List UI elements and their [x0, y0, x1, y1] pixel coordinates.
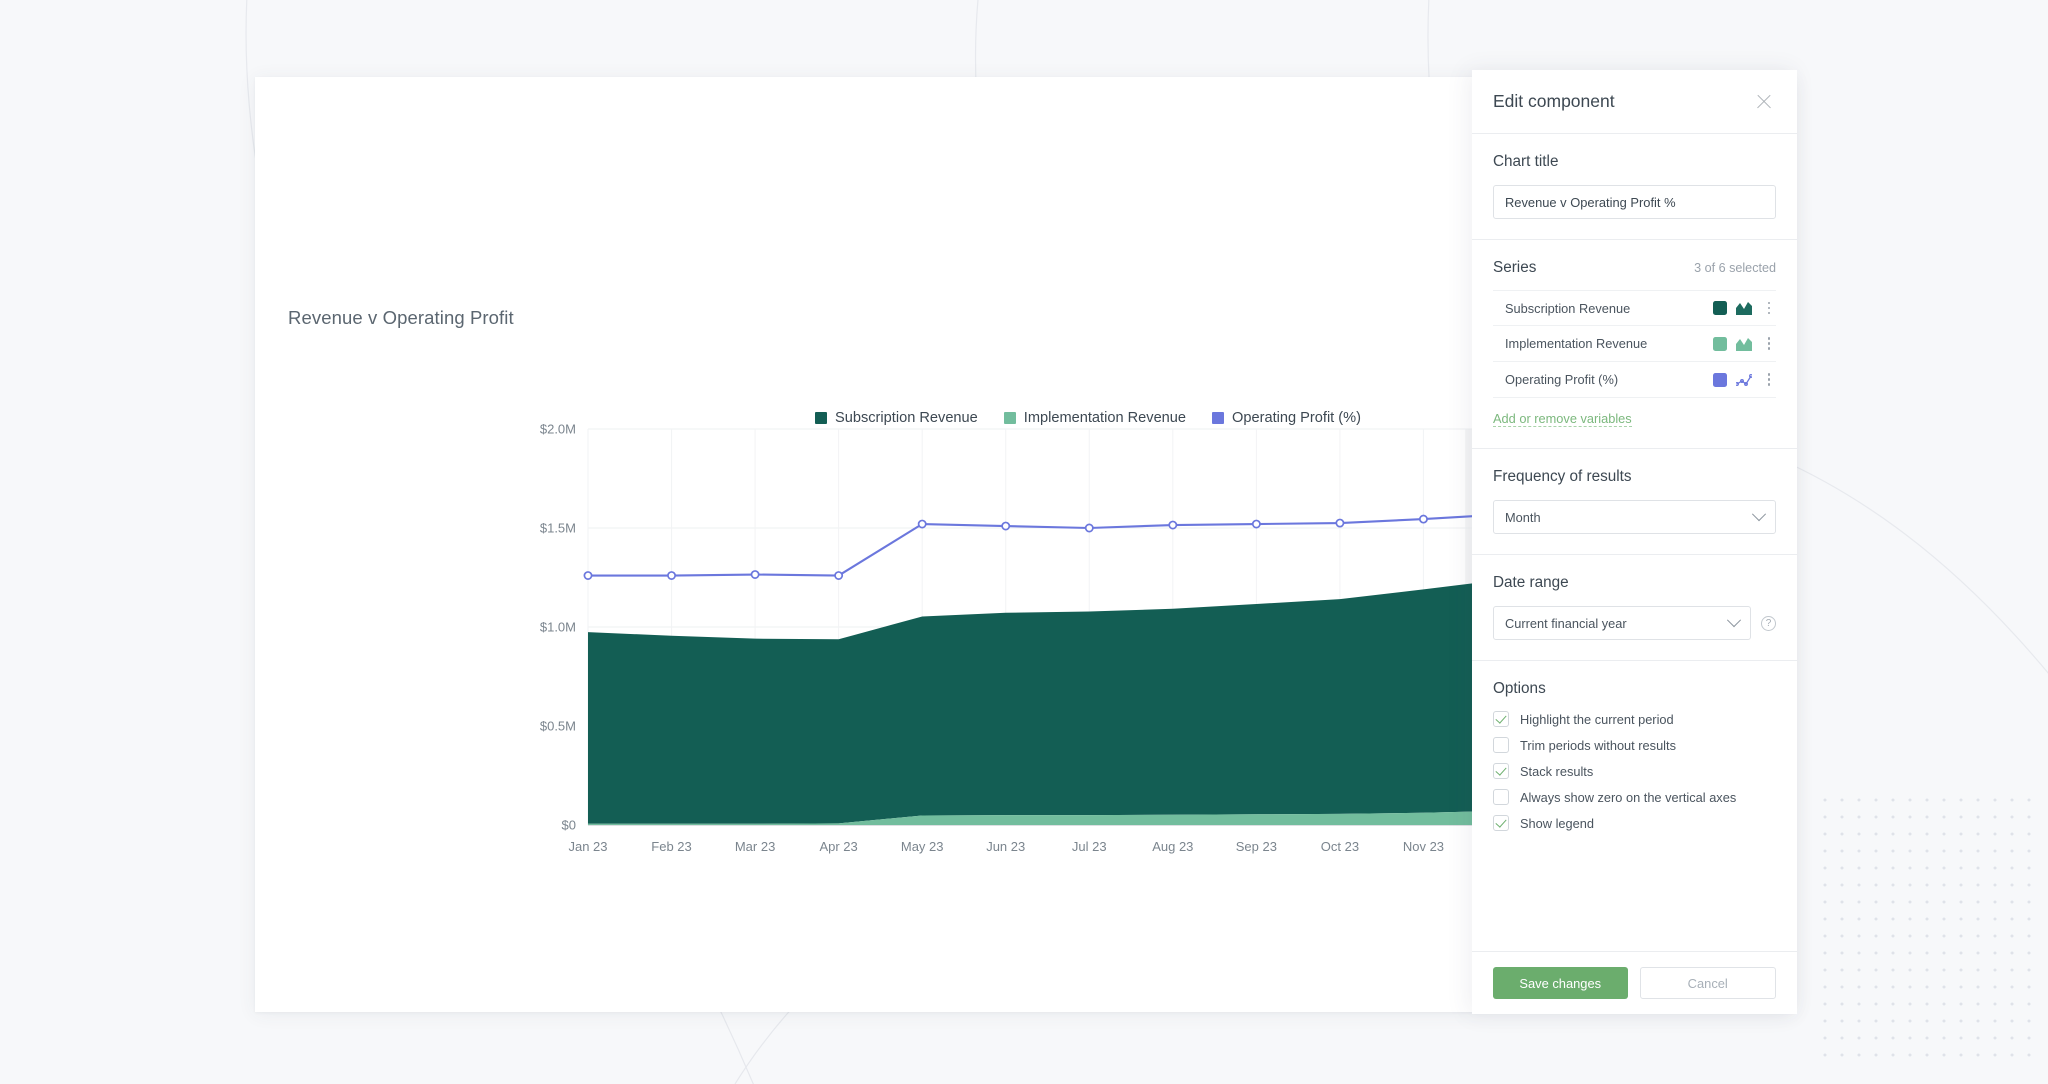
svg-text:Aug 23: Aug 23	[1152, 839, 1193, 854]
option-label: Trim periods without results	[1520, 737, 1676, 753]
save-changes-button[interactable]: Save changes	[1493, 967, 1628, 999]
checkbox[interactable]	[1493, 815, 1509, 831]
series-color-swatch[interactable]	[1713, 372, 1727, 387]
svg-text:Oct 23: Oct 23	[1321, 839, 1359, 854]
option-label: Highlight the current period	[1520, 711, 1674, 727]
line-chart-icon[interactable]	[1736, 373, 1752, 387]
frequency-select[interactable]: Month	[1493, 500, 1776, 534]
help-icon[interactable]: ?	[1761, 615, 1776, 631]
panel-title: Edit component	[1493, 91, 1615, 111]
option-row-always-show-zero[interactable]: Always show zero on the vertical axes	[1493, 789, 1776, 805]
option-row-trim-periods[interactable]: Trim periods without results	[1493, 737, 1776, 753]
series-section: Series 3 of 6 selected Subscription Reve…	[1472, 240, 1797, 449]
series-menu-icon[interactable]	[1762, 337, 1776, 350]
svg-text:Nov 23: Nov 23	[1403, 839, 1444, 854]
date-range-section: Date range Current financial year ?	[1472, 555, 1797, 661]
chevron-down-icon	[1751, 507, 1767, 522]
chart-title-input[interactable]	[1493, 185, 1776, 219]
svg-text:$0: $0	[562, 818, 576, 833]
cancel-button[interactable]: Cancel	[1639, 967, 1776, 999]
svg-text:Mar 23: Mar 23	[735, 839, 775, 854]
edit-component-panel: Edit component Chart title Series 3 of 6…	[1472, 70, 1797, 1014]
area-chart-icon[interactable]	[1736, 301, 1752, 315]
option-label: Show legend	[1520, 815, 1594, 831]
svg-text:$0.5M: $0.5M	[540, 719, 576, 734]
chart-title-label: Chart title	[1493, 153, 1559, 170]
chevron-down-icon	[1726, 613, 1742, 628]
options-list: Highlight the current period Trim period…	[1493, 711, 1776, 831]
series-row[interactable]: Operating Profit (%)	[1493, 362, 1776, 398]
series-row[interactable]: Implementation Revenue	[1493, 326, 1776, 362]
svg-text:Jun 23: Jun 23	[986, 839, 1025, 854]
options-section: Options Highlight the current period Tri…	[1472, 661, 1797, 851]
svg-text:$1.5M: $1.5M	[540, 521, 576, 536]
series-selected-count: 3 of 6 selected	[1694, 261, 1776, 275]
option-row-highlight-current-period[interactable]: Highlight the current period	[1493, 711, 1776, 727]
date-range-value: Current financial year	[1505, 615, 1627, 631]
option-row-show-legend[interactable]: Show legend	[1493, 815, 1776, 831]
series-menu-icon[interactable]	[1762, 301, 1776, 315]
option-row-stack-results[interactable]: Stack results	[1493, 763, 1776, 779]
date-range-select[interactable]: Current financial year	[1493, 606, 1751, 640]
checkbox[interactable]	[1493, 763, 1509, 779]
close-icon[interactable]	[1753, 91, 1775, 113]
series-label: Series	[1493, 259, 1537, 276]
series-row[interactable]: Subscription Revenue	[1493, 290, 1776, 326]
checkbox[interactable]	[1493, 789, 1509, 805]
option-label: Stack results	[1520, 763, 1594, 779]
option-label: Always show zero on the vertical axes	[1520, 789, 1737, 805]
checkbox[interactable]	[1493, 737, 1509, 753]
series-color-swatch[interactable]	[1713, 336, 1727, 351]
date-range-label: Date range	[1493, 574, 1569, 591]
area-chart-icon[interactable]	[1736, 337, 1752, 351]
svg-text:Sep 23: Sep 23	[1236, 839, 1277, 854]
frequency-label: Frequency of results	[1493, 468, 1632, 485]
frequency-value: Month	[1505, 509, 1541, 525]
series-row-label: Subscription Revenue	[1505, 300, 1631, 316]
svg-text:$1.0M: $1.0M	[540, 620, 576, 635]
series-row-label: Implementation Revenue	[1505, 336, 1648, 351]
series-row-label: Operating Profit (%)	[1505, 372, 1619, 387]
chart-title-section: Chart title	[1472, 134, 1797, 240]
frequency-section: Frequency of results Month	[1472, 449, 1797, 555]
panel-footer: Save changes Cancel	[1472, 951, 1797, 1014]
options-label: Options	[1493, 680, 1546, 697]
svg-text:Feb 23: Feb 23	[651, 839, 691, 854]
svg-text:Jul 23: Jul 23	[1072, 839, 1107, 854]
series-color-swatch[interactable]	[1713, 301, 1727, 315]
svg-text:May 23: May 23	[901, 839, 944, 854]
svg-text:Jan 23: Jan 23	[568, 839, 607, 854]
checkbox[interactable]	[1493, 711, 1509, 727]
add-or-remove-variables-link[interactable]: Add or remove variables	[1493, 411, 1632, 427]
panel-header: Edit component	[1472, 70, 1797, 134]
svg-text:$2.0M: $2.0M	[540, 422, 576, 437]
series-menu-icon[interactable]	[1762, 373, 1776, 386]
svg-text:Apr 23: Apr 23	[819, 839, 857, 854]
series-list: Subscription Revenue Implementation Reve…	[1493, 290, 1776, 398]
